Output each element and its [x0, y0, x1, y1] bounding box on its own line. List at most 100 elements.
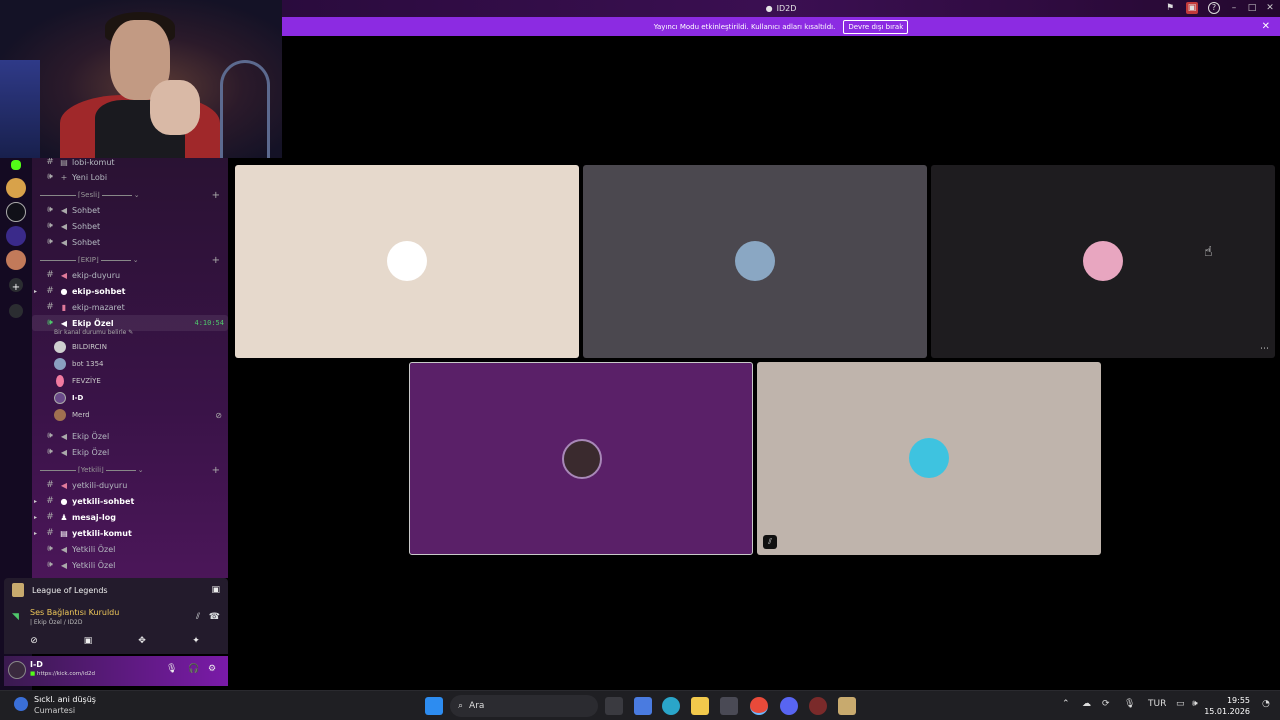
clock[interactable]: 19:55 15.01.2026 — [1204, 695, 1250, 717]
chevron-up-icon[interactable]: ⌃ — [1062, 699, 1070, 709]
add-channel-icon[interactable]: + — [212, 465, 220, 476]
server-icon[interactable] — [6, 226, 26, 246]
close-window-button[interactable]: ✕ — [1264, 2, 1276, 14]
voice-location[interactable]: | Ekip Özel / ID2D — [30, 619, 82, 626]
edge-icon[interactable] — [662, 697, 680, 715]
video-tile[interactable]: ⫽ — [757, 362, 1101, 555]
voice-member[interactable]: BILDIRCIN — [54, 339, 107, 355]
screen-share-button[interactable]: ▣ — [74, 634, 102, 648]
flag-icon[interactable]: ⚑ — [1164, 2, 1176, 14]
soundboard-button[interactable]: ✦ — [182, 634, 210, 648]
add-channel-icon[interactable]: + — [212, 255, 220, 266]
channel-item[interactable]: 🕪 ◀ Ekip Özel — [32, 428, 228, 444]
notification-icon[interactable]: ◔ — [1262, 699, 1270, 709]
channel-item[interactable]: ▸ # ● yetkili-sohbet — [32, 493, 228, 509]
voice-member[interactable]: Merd — [54, 407, 90, 423]
speaker-icon: ◀ — [60, 237, 68, 247]
user-name[interactable]: I-D — [30, 660, 43, 669]
screen-share-icon[interactable]: ▣ — [211, 585, 220, 595]
voice-member[interactable]: bot 1354 — [54, 356, 104, 372]
chrome-icon[interactable] — [750, 697, 768, 715]
channel-item[interactable]: 🕪 ◀ Yetkili Özel — [32, 557, 228, 573]
task-view-icon[interactable] — [605, 697, 623, 715]
channel-name: ekip-duyuru — [72, 270, 121, 280]
search-bar[interactable]: ⌕ Ara — [450, 695, 598, 717]
file-explorer-icon[interactable] — [691, 697, 709, 715]
onedrive-icon[interactable]: ☁ — [1082, 699, 1091, 709]
server-icon[interactable] — [6, 178, 26, 198]
category-label: ⌈Sesli⌋ — [78, 191, 100, 199]
help-icon[interactable]: ? — [1208, 2, 1220, 14]
discord-icon[interactable] — [780, 697, 798, 715]
channel-item[interactable]: ▸ # ● ekip-sohbet — [32, 283, 228, 299]
hash-icon: # — [46, 480, 54, 490]
video-tile[interactable] — [583, 165, 927, 358]
maximize-button[interactable]: □ — [1246, 2, 1258, 14]
note-icon: ▮ — [61, 302, 67, 312]
voice-member[interactable]: I-D — [54, 390, 83, 406]
server-icon[interactable] — [6, 202, 26, 222]
member-name: I-D — [72, 394, 84, 402]
channel-status[interactable]: Bir kanal durumu belirle ✎ — [54, 329, 133, 336]
voice-status[interactable]: Ses Bağlantısı Kuruldu — [30, 608, 119, 617]
channel-item[interactable]: 🕪 ◀ Yetkili Özel — [32, 541, 228, 557]
search-icon: ⌕ — [458, 701, 464, 711]
category-label: ⌈Yetkili⌋ — [78, 466, 104, 474]
inbox-icon[interactable]: ▣ — [1186, 2, 1198, 14]
minimize-button[interactable]: – — [1228, 2, 1240, 14]
more-options-icon[interactable]: ⋯ — [1260, 344, 1269, 354]
store-icon[interactable] — [720, 697, 738, 715]
video-tile[interactable]: ⋯ — [931, 165, 1275, 358]
server-icon[interactable] — [11, 160, 21, 170]
server-icon[interactable] — [6, 250, 26, 270]
category-yetkili[interactable]: ⌈Yetkili⌋ ⌄ + — [40, 463, 220, 477]
network-icon[interactable]: ▭ — [1176, 699, 1185, 709]
activities-button[interactable]: ✥ — [128, 634, 156, 648]
add-channel-icon[interactable]: + — [212, 190, 220, 201]
person-icon: ♟ — [60, 512, 68, 522]
activity-bar[interactable]: League of Legends ▣ — [4, 578, 228, 602]
hash-icon: # — [46, 158, 54, 167]
participant-avatar — [1083, 241, 1123, 281]
league-icon[interactable] — [838, 697, 856, 715]
volume-icon[interactable]: 🕪 — [1192, 699, 1198, 709]
deafened-icon: ⊘ — [215, 411, 222, 420]
channel-item[interactable]: 🕪 + Yeni Lobi — [32, 169, 228, 185]
channel-item[interactable]: 🕪 ◀ Sohbet — [32, 218, 228, 234]
channel-item[interactable]: # ◀ yetkili-duyuru — [32, 477, 228, 493]
sync-icon[interactable]: ⟳ — [1102, 699, 1110, 709]
channel-item[interactable]: # ◀ ekip-duyuru — [32, 267, 228, 283]
close-banner-icon[interactable]: ✕ — [1262, 21, 1270, 32]
video-tile[interactable] — [409, 362, 753, 555]
noise-suppression-icon[interactable]: ⫽ — [196, 612, 200, 622]
discover-icon[interactable] — [9, 304, 23, 318]
hash-icon: # — [46, 512, 54, 522]
channel-item[interactable]: 🕪 ◀ Ekip Özel — [32, 444, 228, 460]
language-indicator[interactable]: TUR — [1148, 699, 1166, 709]
copilot-icon[interactable] — [634, 697, 652, 715]
category-sesli[interactable]: ⌈Sesli⌋ ⌄ + — [40, 188, 220, 202]
video-tile[interactable] — [235, 165, 579, 358]
headphones-icon[interactable]: 🎧 — [188, 664, 199, 674]
add-server-icon[interactable]: + — [9, 278, 23, 293]
user-avatar[interactable] — [8, 661, 26, 679]
disconnect-icon[interactable]: ☎ — [209, 612, 220, 622]
channel-item[interactable]: ▸ # ▤ yetkili-komut — [32, 525, 228, 541]
voice-member[interactable]: FEVZİYE — [54, 373, 101, 389]
settings-gear-icon[interactable]: ⚙ — [208, 664, 216, 674]
channel-item[interactable]: ▸ # ♟ mesaj-log — [32, 509, 228, 525]
channel-item[interactable]: # ▮ ekip-mazaret — [32, 299, 228, 315]
channel-item[interactable]: 🕪 ◀ Sohbet — [32, 202, 228, 218]
microphone-tray-icon[interactable]: 🎙 — [1124, 699, 1135, 709]
weather-widget[interactable]: Sıckl. ani düşüş Cumartesi — [14, 695, 96, 715]
channel-item[interactable]: 🕪 ◀ Sohbet — [32, 234, 228, 250]
disable-streamer-mode-button[interactable]: Devre dışı bırak — [843, 19, 909, 34]
hash-icon: # — [46, 496, 54, 506]
category-ekip[interactable]: ⌈EKIP⌋ ⌄ + — [40, 253, 220, 267]
channel-name: Ekip Özel — [72, 318, 114, 328]
avatar — [54, 341, 66, 353]
app-icon[interactable] — [809, 697, 827, 715]
camera-off-icon[interactable]: ⊘ — [20, 634, 48, 648]
start-menu-icon[interactable] — [425, 697, 443, 715]
microphone-icon[interactable]: 🎙 — [166, 664, 177, 674]
